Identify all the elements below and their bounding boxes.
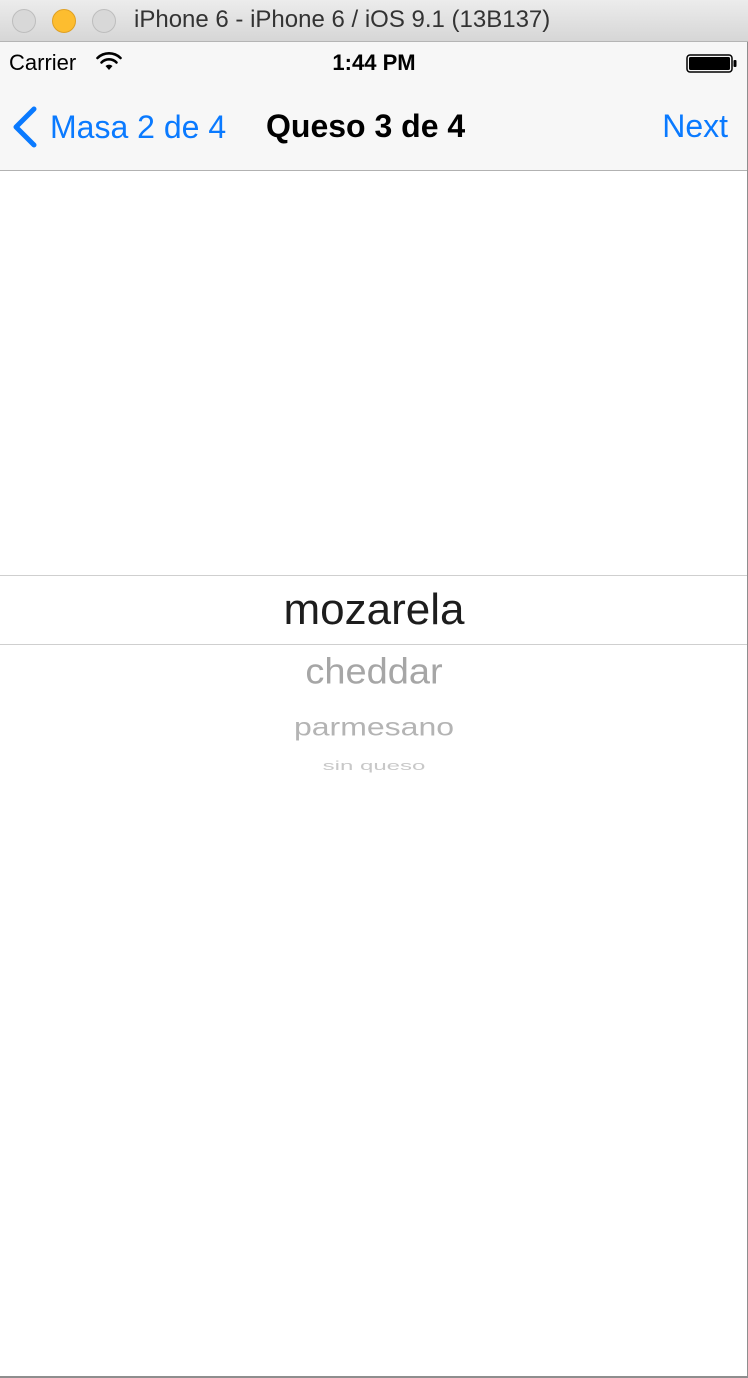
- zoom-window-button[interactable]: [92, 9, 116, 33]
- status-bar: Carrier 1:44 PM: [0, 42, 748, 84]
- battery-icon: [686, 54, 737, 73]
- picker-selection-line-bottom: [0, 644, 748, 645]
- picker-selection-line-top: [0, 575, 748, 576]
- picker-row-option[interactable]: sin queso: [0, 758, 748, 773]
- back-button-label: Masa 2 de 4: [50, 108, 227, 145]
- nav-title: Queso 3 de 4: [266, 108, 466, 144]
- status-time: 1:44 PM: [332, 50, 416, 75]
- minimize-window-button[interactable]: [52, 9, 76, 33]
- window-titlebar: iPhone 6 - iPhone 6 / iOS 9.1 (13B137): [0, 0, 748, 42]
- cheese-picker[interactable]: mozarela cheddar parmesano sin queso: [0, 171, 748, 1376]
- picker-selected-row[interactable]: mozarela: [0, 585, 748, 635]
- picker-row-option[interactable]: cheddar: [0, 652, 748, 693]
- picker-row-option[interactable]: parmesano: [0, 713, 748, 742]
- next-button[interactable]: Next: [662, 108, 728, 145]
- simulator-window: iPhone 6 - iPhone 6 / iOS 9.1 (13B137) C…: [0, 0, 748, 1378]
- close-window-button[interactable]: [12, 9, 36, 33]
- chevron-left-icon: [13, 106, 37, 148]
- navigation-bar: Masa 2 de 4 Queso 3 de 4 Next: [0, 84, 748, 171]
- window-title: iPhone 6 - iPhone 6 / iOS 9.1 (13B137): [134, 6, 551, 33]
- back-button[interactable]: Masa 2 de 4: [10, 102, 226, 152]
